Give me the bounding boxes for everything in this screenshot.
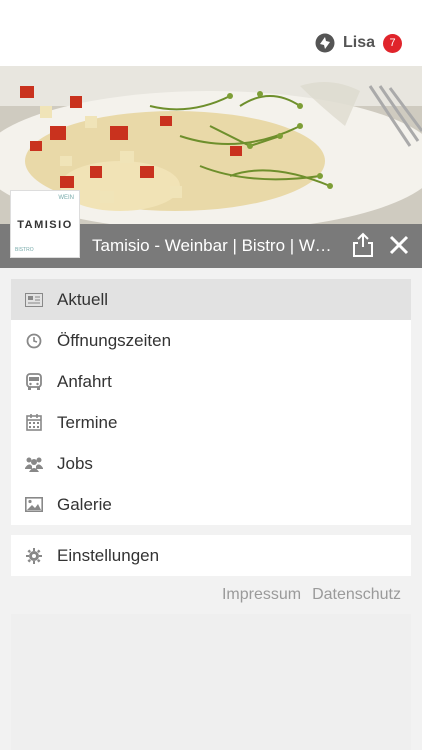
menu-item-galerie[interactable]: Galerie	[11, 484, 411, 525]
logo-bistro-text: BISTRO	[15, 247, 34, 253]
menu-item-oeffnungszeiten[interactable]: Öffnungszeiten	[11, 320, 411, 361]
share-icon[interactable]	[351, 232, 375, 258]
people-icon	[25, 455, 43, 473]
navigation-menu: Aktuell Öffnungszeiten Anfahrt Termine J…	[11, 279, 411, 525]
impressum-link[interactable]: Impressum	[222, 586, 301, 604]
user-name: Lisa	[342, 34, 375, 51]
menu-item-label: Galerie	[57, 494, 112, 514]
menu-item-label: Anfahrt	[57, 371, 112, 391]
clock-icon	[25, 332, 43, 350]
datenschutz-link[interactable]: Datenschutz	[312, 586, 401, 604]
menu-item-jobs[interactable]: Jobs	[11, 443, 411, 484]
bottom-panel	[11, 614, 411, 750]
image-icon	[25, 496, 43, 514]
user-profile[interactable]: Lisa 7	[315, 33, 402, 53]
newspaper-icon	[25, 291, 43, 309]
notification-badge[interactable]: 7	[383, 33, 402, 53]
menu-item-label: Öffnungszeiten	[57, 330, 172, 350]
menu-item-einstellungen[interactable]: Einstellungen	[11, 535, 411, 576]
menu-item-termine[interactable]: Termine	[11, 402, 411, 443]
menu-item-aktuell[interactable]: Aktuell	[11, 279, 411, 320]
menu-item-label: Termine	[57, 412, 118, 432]
logo-brand-text: TAMISIO	[17, 219, 73, 231]
calendar-icon	[25, 414, 43, 432]
app-title: Tamisio - Weinbar | Bistro | Weinhandel	[92, 236, 338, 255]
footer-links: Impressum Datenschutz	[222, 586, 401, 604]
settings-menu: Einstellungen	[11, 535, 411, 576]
menu-item-anfahrt[interactable]: Anfahrt	[11, 361, 411, 402]
logo-wein-text: WEIN	[58, 195, 74, 201]
close-icon[interactable]	[388, 234, 410, 256]
top-bar: Lisa 7	[0, 0, 422, 66]
app-logo: WEIN TAMISIO BISTRO	[10, 190, 80, 258]
menu-item-label: Aktuell	[57, 289, 109, 309]
gear-icon	[25, 547, 43, 565]
bus-icon	[25, 372, 43, 391]
menu-item-label: Jobs	[57, 453, 93, 473]
app-network-icon	[315, 33, 335, 53]
menu-item-label: Einstellungen	[57, 545, 160, 565]
